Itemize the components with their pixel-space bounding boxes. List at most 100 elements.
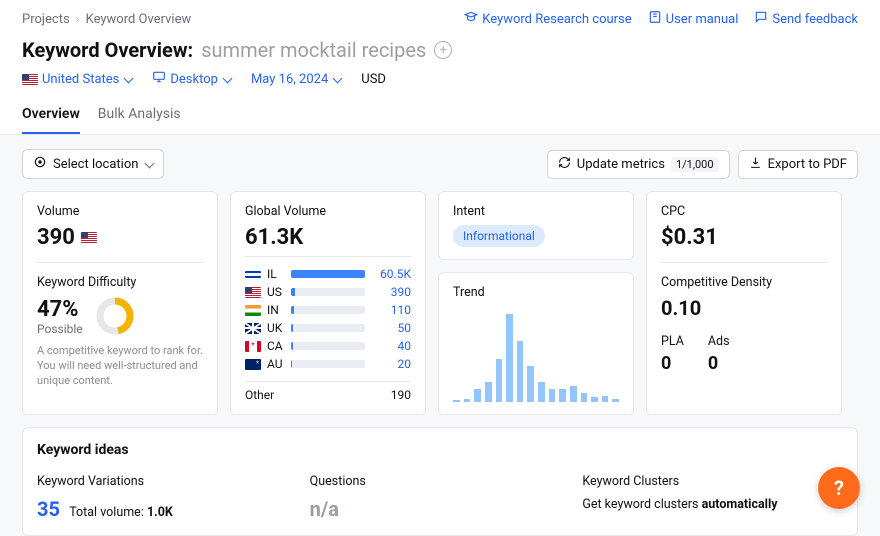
desktop-icon <box>152 70 166 88</box>
volume-value: 390 <box>37 225 75 250</box>
chevron-right-icon: › <box>76 12 80 27</box>
kd-donut-icon <box>95 296 135 336</box>
density-label: Competitive Density <box>661 275 827 290</box>
trend-bar <box>496 359 503 402</box>
global-volume-value: 61.3K <box>245 225 411 250</box>
chat-icon <box>754 10 768 28</box>
trend-bar <box>453 400 460 402</box>
gv-bar <box>291 288 365 296</box>
gv-country-code: UK <box>267 321 282 335</box>
gv-country-code: IN <box>267 303 279 317</box>
export-pdf-button[interactable]: Export to PDF <box>738 150 858 179</box>
gv-country-code: AU <box>267 357 283 371</box>
pla-label: PLA <box>661 334 684 349</box>
kd-label: Keyword Difficulty <box>37 275 203 290</box>
intent-pill: Informational <box>453 225 545 247</box>
manual-link[interactable]: User manual <box>648 10 739 28</box>
au-flag-icon <box>245 359 261 370</box>
graduation-cap-icon <box>464 10 478 28</box>
trend-bar <box>602 396 609 402</box>
gv-row[interactable]: AU 20 <box>245 357 411 371</box>
variations-count[interactable]: 35 <box>37 497 60 521</box>
select-location-label: Select location <box>53 157 138 172</box>
gv-country-code: US <box>267 285 282 299</box>
pla-value: 0 <box>661 353 684 374</box>
trend-bar <box>517 341 524 402</box>
add-keyword-button[interactable]: + <box>434 41 452 59</box>
gv-row[interactable]: US 390 <box>245 285 411 299</box>
variations-sub-b: 1.0K <box>147 505 173 520</box>
variations-label: Keyword Variations <box>37 474 298 489</box>
kd-description: A competitive keyword to rank for. You w… <box>37 344 203 389</box>
gv-row[interactable]: IN110 <box>245 303 411 317</box>
gv-bar <box>291 306 365 314</box>
ads-label: Ads <box>708 334 730 349</box>
book-icon <box>648 10 662 28</box>
tab-bulk-analysis[interactable]: Bulk Analysis <box>98 100 181 134</box>
feedback-link-label: Send feedback <box>772 12 858 27</box>
gv-value: 50 <box>371 321 411 335</box>
volume-label: Volume <box>37 204 203 219</box>
update-metrics-button[interactable]: Update metrics 1/1,000 <box>547 150 730 179</box>
question-icon: ? <box>834 476 844 500</box>
device-filter-label: Desktop <box>170 72 218 87</box>
gv-bar <box>291 324 365 332</box>
global-volume-label: Global Volume <box>245 204 411 219</box>
gv-row[interactable]: UK 50 <box>245 321 411 335</box>
course-link[interactable]: Keyword Research course <box>464 10 631 28</box>
density-value: 0.10 <box>661 296 827 320</box>
trend-chart <box>453 306 619 402</box>
chevron-down-icon <box>333 73 343 83</box>
chevron-down-icon <box>145 158 155 168</box>
gv-other-label: Other <box>245 388 274 402</box>
export-icon <box>749 156 762 173</box>
us-flag-icon <box>81 232 97 243</box>
gv-row[interactable]: CA40 <box>245 339 411 353</box>
feedback-link[interactable]: Send feedback <box>754 10 858 28</box>
questions-value: n/a <box>310 497 571 521</box>
gv-row[interactable]: IL60.5K <box>245 267 411 281</box>
country-filter-label: United States <box>42 72 119 87</box>
gv-value: 390 <box>371 285 411 299</box>
il-flag-icon <box>245 271 261 278</box>
trend-bar <box>474 389 481 402</box>
trend-bar <box>581 393 588 402</box>
trend-bar <box>570 386 577 402</box>
global-volume-rows: IL60.5K US 390 IN110 UK 50 CA40 AU 20 <box>245 256 411 382</box>
update-metrics-label: Update metrics <box>577 157 665 172</box>
country-filter[interactable]: United States <box>22 72 132 87</box>
us-flag-icon <box>22 74 38 85</box>
date-filter[interactable]: May 16, 2024 <box>251 72 341 87</box>
trend-bar <box>559 389 566 402</box>
tab-overview[interactable]: Overview <box>22 100 80 134</box>
in-flag-icon <box>245 305 261 316</box>
intent-card: Intent Informational <box>438 191 634 260</box>
help-fab-button[interactable]: ? <box>818 467 860 509</box>
trend-bar <box>549 389 556 402</box>
us-flag-icon <box>245 287 261 298</box>
select-location-dropdown[interactable]: Select location <box>22 149 164 179</box>
breadcrumb-projects-link[interactable]: Projects <box>22 12 70 27</box>
device-filter[interactable]: Desktop <box>152 70 231 88</box>
gv-value: 20 <box>371 357 411 371</box>
chevron-down-icon <box>124 73 134 83</box>
kd-value: 47% <box>37 297 83 322</box>
volume-card: Volume 390 Keyword Difficulty 47% Possib… <box>22 191 218 415</box>
gv-other-value: 190 <box>391 388 411 402</box>
gv-bar <box>291 342 365 350</box>
trend-label: Trend <box>453 285 619 300</box>
trend-bar <box>527 366 534 402</box>
gv-bar <box>291 360 365 368</box>
kd-sub: Possible <box>37 322 83 336</box>
clusters-label: Keyword Clusters <box>582 474 843 489</box>
ads-value: 0 <box>708 353 730 374</box>
export-pdf-label: Export to PDF <box>768 157 847 172</box>
clusters-text-a: Get keyword clusters <box>582 497 701 512</box>
top-links: Keyword Research course User manual Send… <box>464 10 858 28</box>
trend-bar <box>538 382 545 402</box>
cpc-value: $0.31 <box>661 225 827 250</box>
trend-card: Trend <box>438 272 634 415</box>
ca-flag-icon <box>245 341 261 352</box>
page-title-keyword: summer mocktail recipes <box>201 38 426 62</box>
manual-link-label: User manual <box>666 12 739 27</box>
